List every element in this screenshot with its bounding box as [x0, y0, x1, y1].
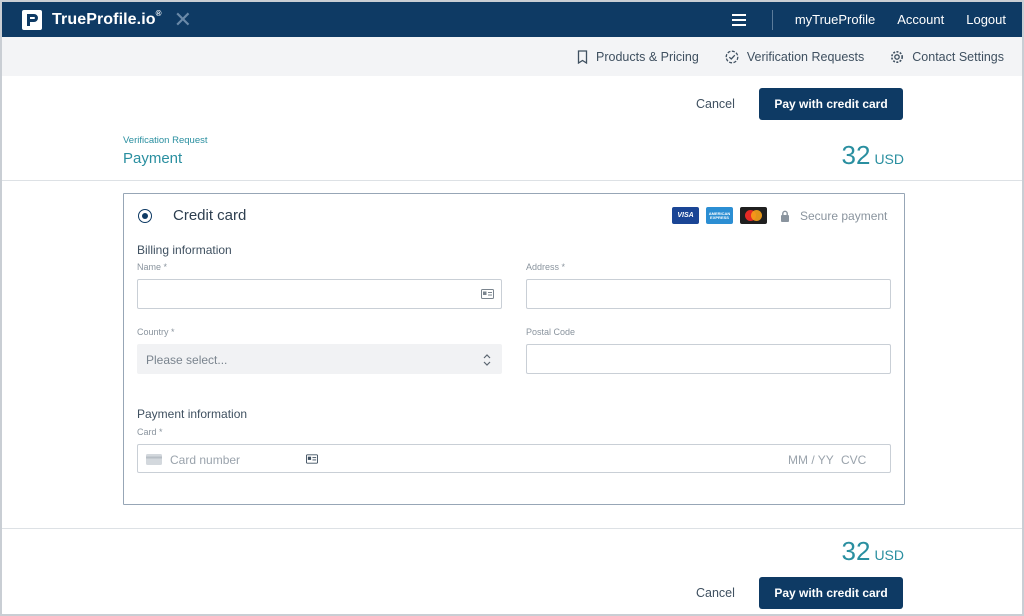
nav-mytrueprofile[interactable]: myTrueProfile [795, 12, 875, 27]
logo[interactable]: TrueProfile.io® [22, 8, 162, 30]
page-frame: TrueProfile.io® ✕ myTrueProfile Account … [0, 0, 1024, 616]
logo-text: TrueProfile.io® [52, 8, 162, 28]
subnav-label: Contact Settings [912, 49, 1004, 64]
subnav-products-pricing[interactable]: Products & Pricing [577, 50, 699, 64]
contact-card-icon [306, 454, 318, 464]
mastercard-icon [740, 207, 767, 224]
pay-button-bottom[interactable]: Pay with credit card [759, 577, 903, 609]
visa-icon: VISA [672, 207, 699, 224]
price-amount: 32 [841, 536, 871, 566]
country-select[interactable]: Please select... [137, 344, 502, 374]
address-input[interactable] [526, 279, 891, 309]
lock-icon [781, 210, 789, 222]
card-number-placeholder: Card number [170, 453, 241, 467]
nav-account[interactable]: Account [897, 12, 944, 27]
price-top: 32 USD [842, 140, 904, 171]
payment-panel: Credit card VISA AMERICAN EXPRESS Secure… [123, 193, 905, 505]
menu-icon[interactable] [731, 13, 746, 26]
credit-card-radio[interactable] [138, 209, 152, 223]
price-currency: USD [874, 547, 904, 563]
subnav-label: Verification Requests [746, 49, 865, 64]
cancel-button-top[interactable]: Cancel [696, 97, 735, 111]
pay-button-top[interactable]: Pay with credit card [759, 88, 903, 120]
payment-method-label: Credit card [173, 207, 247, 224]
cvc-placeholder[interactable]: CVC [841, 453, 866, 467]
credit-card-icon [146, 454, 162, 465]
chevron-updown-icon [483, 354, 491, 366]
name-label: Name * [137, 262, 168, 272]
top-bar: TrueProfile.io® ✕ myTrueProfile Account … [2, 2, 1022, 37]
address-label: Address * [526, 262, 566, 272]
subnav-verification-requests[interactable]: Verification Requests [725, 50, 864, 64]
top-nav: myTrueProfile Account Logout [731, 2, 1006, 37]
contact-card-icon [481, 289, 494, 299]
logo-icon [22, 9, 42, 30]
postal-code-label: Postal Code [526, 327, 576, 337]
billing-section-label: Billing information [137, 243, 232, 257]
close-icon[interactable]: ✕ [174, 8, 192, 30]
top-nav-divider [771, 9, 773, 30]
subnav-contact-settings[interactable]: Contact Settings [890, 50, 1004, 64]
nav-logout[interactable]: Logout [966, 12, 1006, 27]
gear-icon [891, 50, 904, 63]
divider [2, 180, 1022, 181]
check-circle-icon [725, 50, 739, 63]
subnav-label: Products & Pricing [596, 49, 699, 64]
country-label: Country * [137, 327, 175, 337]
expiry-placeholder[interactable]: MM / YY [788, 453, 834, 467]
price-currency: USD [874, 151, 904, 167]
bookmark-icon [577, 49, 588, 64]
card-logos: VISA AMERICAN EXPRESS [672, 207, 774, 224]
breadcrumb: Verification Request [123, 135, 208, 146]
radio-dot [142, 213, 148, 219]
cancel-button-bottom[interactable]: Cancel [696, 586, 735, 600]
postal-code-input[interactable] [526, 344, 891, 374]
card-input[interactable]: Card number MM / YY CVC [137, 444, 891, 473]
card-label: Card * [137, 427, 163, 437]
country-placeholder: Please select... [146, 353, 228, 367]
payment-section-label: Payment information [137, 407, 248, 421]
page-title: Payment [123, 150, 183, 167]
amex-icon: AMERICAN EXPRESS [706, 207, 733, 224]
divider [2, 528, 1022, 529]
name-input[interactable] [137, 279, 502, 309]
secure-payment: Secure payment [780, 209, 887, 223]
secure-label: Secure payment [800, 209, 888, 223]
sub-nav: Products & Pricing Verification Requests… [2, 37, 1022, 76]
price-amount: 32 [841, 140, 871, 170]
price-bottom: 32 USD [842, 536, 904, 567]
